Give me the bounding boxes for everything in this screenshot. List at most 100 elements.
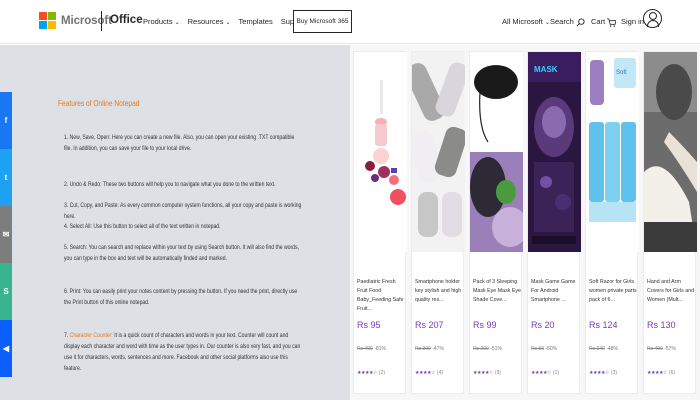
product-image-mask-game: MASK (528, 52, 581, 252)
product-price: Rs 207 (415, 320, 444, 330)
discount: -57% (664, 346, 676, 352)
product-price: Rs 124 (589, 320, 618, 330)
email-share-button[interactable]: ✉ (0, 206, 12, 263)
product-card[interactable]: Hand and Arm Covers for Girls and Women … (643, 51, 697, 394)
all-microsoft-menu[interactable]: All Microsoft ⌄ (502, 17, 550, 26)
product-card[interactable]: MASK Mask Game Game For Android Smartpho… (527, 51, 581, 394)
main-nav: Products⌄ Resources⌄ Templates Support (143, 17, 315, 26)
product-card[interactable]: Smartphone holder key stylish and high q… (411, 51, 465, 394)
search-label: Search (550, 17, 574, 26)
article-content: Features of Online Notepad 1. New, Save,… (0, 45, 350, 400)
svg-text:MASK: MASK (534, 65, 558, 74)
feature-item: 4. Select All: Use this button to select… (64, 223, 221, 230)
discount: -60% (545, 346, 558, 352)
twitter-icon: t (4, 173, 8, 182)
cart-label: Cart (591, 17, 606, 26)
feature-item: 2. Undo & Redo: These two buttons will h… (64, 181, 276, 188)
product-price: Rs 99 (473, 320, 497, 330)
star-rating-icon: ★★★★☆ (647, 370, 667, 376)
discount: -81% (374, 346, 386, 352)
nav-products[interactable]: Products ⌄ (143, 17, 180, 26)
nav-resources[interactable]: Resources ⌄ (188, 17, 231, 26)
discount: -51% (490, 346, 502, 352)
product-title: Pack of 3 Sleeping Mask Eye Mask Eye Sha… (473, 279, 521, 303)
review-count: (6) (668, 370, 676, 376)
nav-resources-label: Resources (187, 17, 224, 26)
twitter-share-button[interactable]: t (0, 149, 12, 206)
star-rating-icon: ★★★★☆ (357, 370, 377, 376)
product-title: Mask Game Game For Android Smartphone ..… (531, 279, 576, 303)
feature-item: 3. Cut, Copy, and Paste: As every common… (64, 202, 302, 220)
product-original-price: Rs 240 -48% (589, 346, 618, 352)
product-image-phone-holder (412, 52, 465, 252)
product-rating: ★★★★☆ (4) (415, 370, 443, 376)
account-avatar-icon[interactable] (643, 9, 662, 28)
product-title: Soft Razor for Girls women private parts… (589, 279, 637, 303)
star-rating-icon: ★★★★☆ (531, 370, 551, 376)
product-price: Rs 20 (531, 320, 555, 330)
chevron-down-icon: ⌄ (174, 20, 180, 26)
old-price: Rs 50 (531, 346, 545, 352)
site-header: Microsoft Office Products ⌄ Resources ⌄ Te… (0, 0, 700, 44)
sharethis-icon: S (3, 287, 9, 296)
review-count: (1) (552, 370, 560, 376)
product-original-price: Rs 499 -81% (357, 346, 386, 352)
search-button[interactable]: Search (550, 17, 585, 27)
old-price: Rs 499 (357, 346, 373, 352)
star-rating-icon: ★★★★☆ (589, 370, 609, 376)
nav-products-label: Products (143, 17, 173, 26)
share-icon: ◀ (2, 344, 10, 353)
product-original-price: Rs 390 -47% (415, 346, 444, 352)
buy-microsoft-365-button[interactable]: Buy Microsoft 365 (293, 10, 352, 33)
product-card[interactable]: Paediatric Fresh Fruit Food Baby_Feeding… (353, 51, 407, 394)
old-price: Rs 240 (589, 346, 605, 352)
cart-button[interactable]: Cart (591, 17, 617, 27)
product-image-razor: Soft (586, 52, 639, 252)
microsoft-logo-icon (39, 12, 56, 29)
product-title: Paediatric Fresh Fruit Food Baby_Feeding… (357, 279, 404, 312)
nav-templates[interactable]: Templates (239, 17, 273, 26)
feature-item: 1. New, Save, Open: Here you can create … (64, 134, 295, 152)
old-price: Rs 499 (647, 346, 663, 352)
discount: -47% (432, 346, 444, 352)
feature-item: 5. Search: You can search and replace wi… (64, 244, 299, 262)
svg-text:Soft: Soft (616, 70, 627, 76)
sign-in-link[interactable]: Sign in (621, 17, 644, 26)
all-microsoft-label: All Microsoft (502, 17, 543, 26)
search-icon (576, 17, 585, 26)
email-icon: ✉ (2, 230, 10, 239)
product-rating: ★★★★☆ (1) (531, 370, 559, 376)
product-original-price: Rs 50 -60% (531, 346, 557, 352)
product-price: Rs 130 (647, 320, 676, 330)
product-card[interactable]: Pack of 3 Sleeping Mask Eye Mask Eye Sha… (469, 51, 523, 394)
facebook-share-button[interactable]: f (0, 92, 12, 149)
review-count: (4) (436, 370, 444, 376)
product-original-price: Rs 499 -57% (647, 346, 676, 352)
product-card[interactable]: Soft Soft Razor for Girls women private … (585, 51, 639, 394)
product-original-price: Rs 200 -51% (473, 346, 502, 352)
chevron-down-icon: ⌄ (225, 20, 231, 26)
review-count: (3) (610, 370, 618, 376)
share-button[interactable]: ◀ (0, 320, 12, 377)
product-rating: ★★★★☆ (3) (589, 370, 617, 376)
product-recommendations: Paediatric Fresh Fruit Food Baby_Feeding… (350, 45, 700, 400)
product-image-fruit-feeder (354, 52, 407, 252)
product-title: Smartphone holder key stylish and high q… (415, 279, 462, 303)
office-link[interactable]: Office (110, 14, 143, 26)
feature-item: 7. Character Counter: It is a quick coun… (64, 330, 302, 374)
header-divider (101, 11, 102, 31)
old-price: Rs 390 (415, 346, 431, 352)
sharethis-button[interactable]: S (0, 263, 12, 320)
star-rating-icon: ★★★★☆ (473, 370, 493, 376)
star-rating-icon: ★★★★☆ (415, 370, 435, 376)
brand-name: Microsoft (61, 14, 112, 27)
product-rating: ★★★★☆ (6) (647, 370, 675, 376)
cart-icon (607, 18, 617, 27)
article-title: Features of Online Notepad (58, 98, 140, 108)
product-price: Rs 95 (357, 320, 381, 330)
product-image-sleep-mask (470, 52, 523, 252)
feature-item: 6. Print: You can easily print your note… (64, 288, 298, 306)
product-rating: ★★★★☆ (9) (473, 370, 501, 376)
feature-highlight: Character Counter: (69, 332, 115, 339)
discount: -48% (606, 346, 618, 352)
